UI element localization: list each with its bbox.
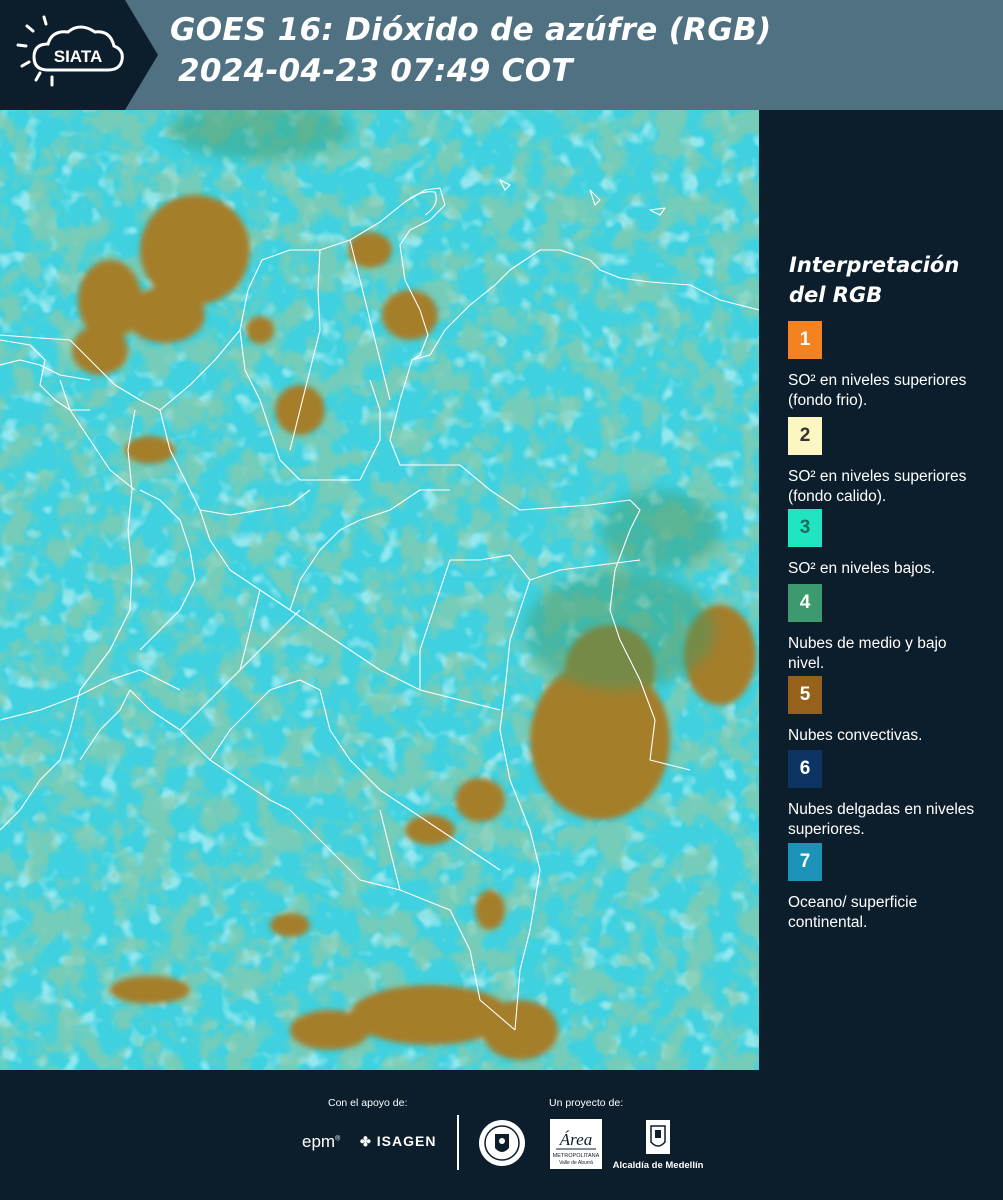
footer-divider	[457, 1115, 459, 1170]
legend-number: 1	[799, 329, 811, 350]
legend-label: SO² en niveles bajos.	[788, 560, 936, 577]
alcaldia-crest-icon	[646, 1120, 670, 1154]
project-label: Un proyecto de:	[549, 1097, 624, 1109]
isagen-logo: ✤ ISAGEN	[360, 1133, 436, 1150]
legend-panel: Interpretación del RGB 1 SO² en niveles …	[762, 110, 1003, 1070]
support-label: Con el apoyo de:	[328, 1097, 408, 1109]
legend-item-4: 4 Nubes de medio y bajo nivel.	[788, 584, 998, 674]
epm-logo-text: epm	[302, 1132, 336, 1151]
header-bar: SIATA GOES 16: Dióxido de azúfre (RGB) 2…	[0, 0, 1003, 110]
legend-number: 7	[799, 851, 811, 872]
alcaldia-logo: Alcaldía de Medellín	[612, 1118, 704, 1171]
legend-item-2: 2 SO² en niveles superiores (fondo calid…	[788, 417, 998, 507]
svg-text:Valle de Aburrá: Valle de Aburrá	[559, 1160, 593, 1166]
legend-label: Nubes delgadas en niveles superiores.	[788, 801, 975, 838]
legend-label: SO² en niveles superiores (fondo frio).	[788, 372, 967, 409]
legend-item-3: 3 SO² en niveles bajos.	[788, 509, 998, 579]
legend-swatch: 3	[788, 509, 822, 547]
legend-item-6: 6 Nubes delgadas en niveles superiores.	[788, 750, 998, 840]
legend-number: 3	[799, 517, 811, 538]
legend-item-7: 7 Oceano/ superficie continental.	[788, 843, 998, 933]
legend-swatch: 6	[788, 750, 822, 788]
legend-item-1: 1 SO² en niveles superiores (fondo frio)…	[788, 321, 998, 411]
legend-number: 2	[799, 425, 811, 446]
area-metropolitana-logo: Área METROPOLITANA Valle de Aburrá	[550, 1119, 602, 1173]
page-timestamp: 2024-04-23 07:49 COT	[178, 53, 573, 89]
svg-text:METROPOLITANA: METROPOLITANA	[553, 1153, 600, 1159]
isagen-logo-text: ISAGEN	[376, 1133, 437, 1149]
legend-swatch: 4	[788, 584, 822, 622]
svg-text:Área: Área	[559, 1130, 592, 1149]
legend-label: Nubes de medio y bajo nivel.	[788, 635, 947, 672]
medellin-seal-logo	[477, 1118, 527, 1172]
legend-number: 5	[799, 684, 811, 705]
alcaldia-label: Alcaldía de Medellín	[612, 1160, 704, 1171]
legend-swatch: 5	[788, 676, 822, 714]
legend-label: Oceano/ superficie continental.	[788, 894, 918, 931]
legend-swatch: 1	[788, 321, 822, 359]
legend-label: Nubes convectivas.	[788, 727, 923, 744]
legend-title: Interpretación del RGB	[789, 253, 960, 307]
legend-label: SO² en niveles superiores (fondo calido)…	[788, 468, 967, 505]
siata-logo-text: SIATA	[54, 47, 102, 66]
epm-logo: epm®	[302, 1132, 341, 1151]
page-title: GOES 16: Dióxido de azúfre (RGB)	[170, 12, 772, 48]
legend-number: 4	[799, 592, 811, 613]
isagen-icon: ✤	[360, 1134, 372, 1149]
legend-swatch: 7	[788, 843, 822, 881]
siata-logo: SIATA	[0, 0, 158, 110]
footer: Con el apoyo de: Un proyecto de: epm® ✤ …	[0, 1070, 1003, 1200]
legend-swatch: 2	[788, 417, 822, 455]
legend-item-5: 5 Nubes convectivas.	[788, 676, 998, 746]
legend-number: 6	[799, 758, 811, 779]
satellite-map	[0, 110, 761, 1070]
